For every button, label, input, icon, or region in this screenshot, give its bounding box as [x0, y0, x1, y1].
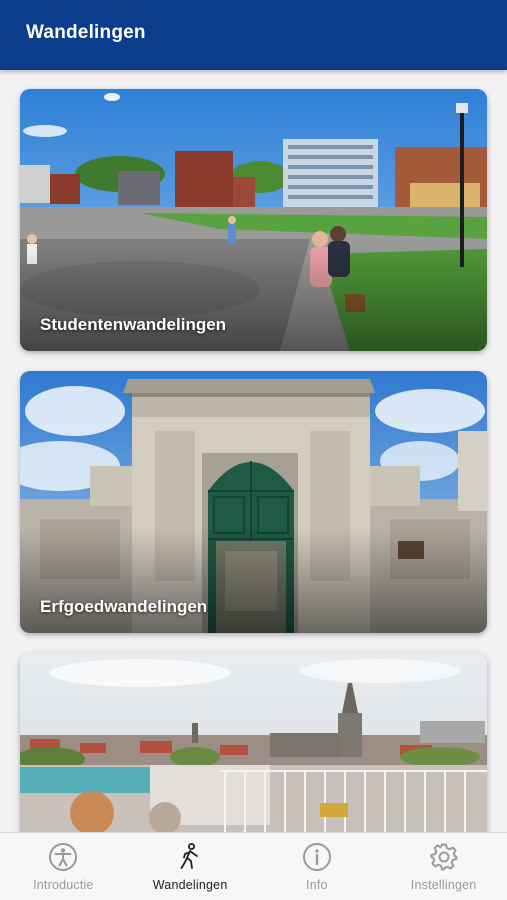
card-erfgoedwandelingen[interactable]: Erfgoedwandelingen	[20, 371, 487, 633]
campus-square-photo	[20, 89, 487, 351]
tab-wandelingen[interactable]: Wandelingen	[127, 833, 254, 900]
tab-label: Instellingen	[410, 878, 477, 892]
app-header: Wandelingen	[0, 0, 507, 70]
tab-introductie[interactable]: Introductie	[0, 833, 127, 900]
card-studentenwandelingen[interactable]: Studentenwandelingen	[20, 89, 487, 351]
tab-label: Introductie	[33, 878, 94, 892]
historic-gate-photo	[20, 371, 487, 633]
tab-label: Info	[306, 878, 328, 892]
tab-info[interactable]: Info	[254, 833, 381, 900]
tab-label: Wandelingen	[152, 878, 228, 892]
city-skyline-photo	[20, 653, 487, 832]
walking-icon	[175, 842, 205, 872]
walks-list[interactable]: Studentenwandelingen Erfgoedwandelingen	[0, 70, 507, 832]
card-label: Erfgoedwandelingen	[40, 597, 208, 616]
accessibility-icon	[48, 842, 78, 872]
info-icon	[302, 842, 332, 872]
tab-instellingen[interactable]: Instellingen	[380, 833, 507, 900]
gear-icon	[429, 842, 459, 872]
bottom-tab-bar: Introductie Wandelingen Info Instellinge…	[0, 832, 507, 900]
page-title: Wandelingen	[26, 22, 146, 43]
app-screen: Wandelingen Studentenwandelingen Erfgoed…	[0, 0, 507, 900]
card-label: Studentenwandelingen	[40, 315, 227, 334]
card-city-walk[interactable]	[20, 653, 487, 832]
